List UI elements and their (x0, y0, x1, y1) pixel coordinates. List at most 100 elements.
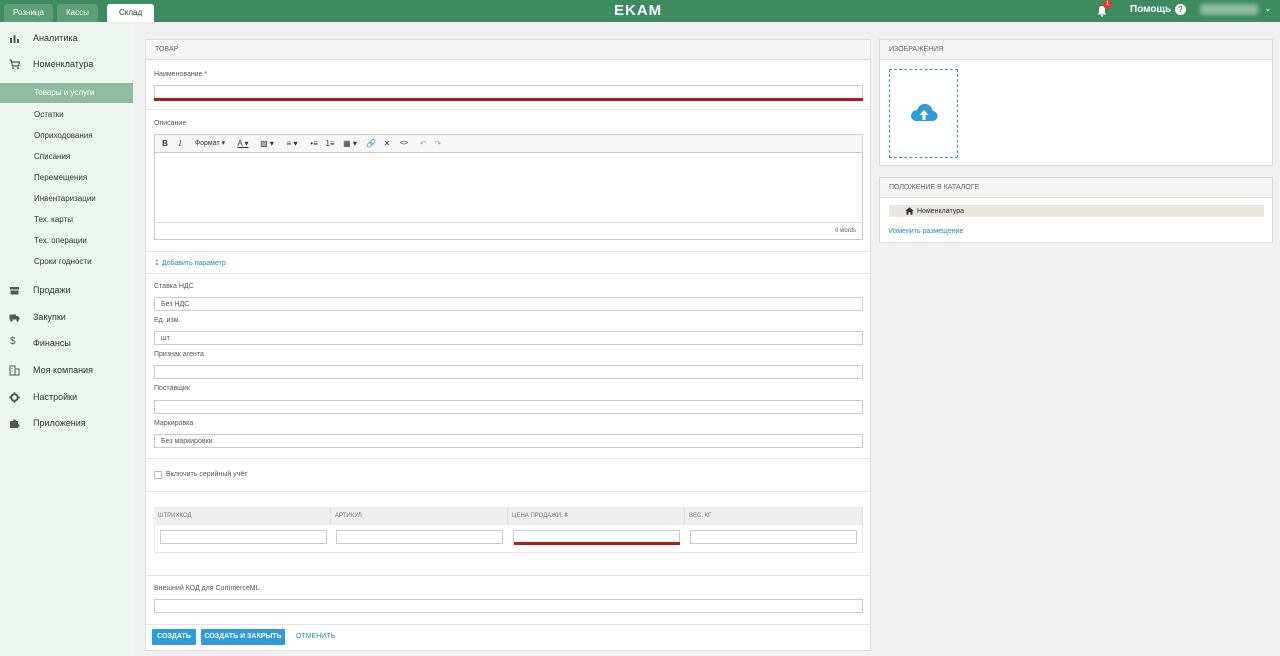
supplier-select[interactable] (154, 400, 863, 414)
sidebar-subitem-label: Списания (34, 152, 71, 161)
sidebar-subitem-label: Тех. операции (34, 236, 87, 245)
link-icon[interactable]: 🔗 (365, 138, 377, 150)
italic-button[interactable]: I (175, 138, 185, 150)
external-code-input[interactable] (154, 599, 863, 613)
font-color-button[interactable]: A ▾ (233, 138, 253, 150)
sidebar-item-sales[interactable]: Продажи (0, 280, 133, 302)
price-validation-underline (514, 542, 680, 545)
tab-cash-registers[interactable]: Кассы (57, 4, 98, 22)
change-placement-link[interactable]: Изменить размещение (889, 228, 963, 235)
column-header: ЦЕНА ПРОДАЖИ, ₴ (508, 507, 685, 525)
redo-icon[interactable]: ↷ (432, 138, 444, 150)
sidebar-subitem-label: Инвентаризации (34, 194, 96, 203)
help-link[interactable]: Помощь (1130, 4, 1171, 15)
column-header: ШТРИХКОД (154, 507, 331, 525)
chevron-down-icon[interactable]: ⌄ (1264, 3, 1272, 14)
cart-icon (9, 59, 20, 70)
catalog-path-label: Номенклатура (917, 208, 964, 215)
catalog-path: Номенклатура (889, 205, 1264, 217)
notification-badge: 1 (1103, 0, 1112, 9)
create-and-close-button[interactable]: СОЗДАТЬ И ЗАКРЫТЬ (201, 629, 285, 645)
building-icon (9, 365, 20, 376)
divider (146, 575, 870, 576)
weight-input[interactable] (690, 530, 857, 544)
sidebar-subitem-writeoffs[interactable]: Списания (0, 147, 133, 167)
marking-label: Маркировка (154, 420, 194, 427)
sidebar-item-company[interactable]: Моя компания (0, 360, 133, 382)
sidebar-item-label: Закупки (33, 312, 66, 322)
tab-retail[interactable]: Розница (4, 4, 53, 22)
sidebar-subitem-transfers[interactable]: Перемещения (0, 168, 133, 188)
home-icon (905, 207, 914, 215)
description-label: Описание (154, 120, 187, 127)
highlight-color-button[interactable]: ▨ ▾ (257, 138, 277, 150)
sidebar-subitem-tech-cards[interactable]: Тех. карты (0, 210, 133, 230)
cancel-link[interactable]: ОТМЕНИТЬ (296, 633, 335, 640)
sidebar-item-finance[interactable]: $ Финансы (0, 333, 133, 355)
serial-checkbox[interactable] (154, 471, 162, 479)
sidebar-subitem-tech-operations[interactable]: Тех. операции (0, 231, 133, 251)
sidebar-subitem-goods[interactable]: Товары и услуги (0, 83, 133, 103)
unlink-icon[interactable]: ✕ (381, 138, 393, 150)
marking-select[interactable]: Без маркировки (154, 434, 863, 448)
store-icon (10, 287, 19, 295)
sidebar-item-purchases[interactable]: Закупки (0, 307, 133, 329)
barcode-input[interactable] (160, 530, 327, 544)
divider (146, 273, 870, 274)
align-dropdown[interactable]: ≡ ▾ (282, 138, 302, 150)
word-count: 0 words (834, 228, 856, 234)
bold-button[interactable]: B (160, 138, 170, 150)
help-icon[interactable]: ? (1175, 4, 1186, 15)
name-input[interactable] (154, 85, 863, 99)
sidebar-item-nomenclature[interactable]: Номенклатура (0, 54, 133, 76)
top-bar: Розница Кассы Склад EKAM 1 Помощь ? ⌄ (0, 0, 1280, 22)
section-title: ТОВАР (146, 40, 870, 60)
image-upload-dropzone[interactable] (889, 69, 958, 158)
create-button[interactable]: СОЗДАТЬ (152, 629, 196, 645)
serial-label: Включить серийный учёт (166, 471, 248, 478)
images-panel: ИЗОБРАЖЕНИЯ (879, 39, 1273, 166)
divider (146, 624, 870, 625)
editor-content[interactable] (155, 153, 862, 222)
sidebar-item-label: Финансы (33, 338, 71, 348)
sidebar-item-settings[interactable]: Настройки (0, 387, 133, 409)
user-name[interactable] (1200, 4, 1258, 15)
unit-label: Ед. изм. (154, 317, 181, 324)
sidebar-item-analytics[interactable]: Аналитика (0, 28, 133, 50)
sku-input[interactable] (336, 530, 503, 544)
divider (146, 251, 870, 252)
sidebar-item-label: Аналитика (33, 33, 78, 43)
vat-select[interactable]: Без НДС (154, 297, 863, 311)
sidebar-subitem-label: Сроки годности (34, 257, 92, 266)
numbered-list-icon[interactable]: 1≡ (324, 138, 336, 150)
sidebar-subitem-receipts[interactable]: Оприходования (0, 126, 133, 146)
sidebar-item-apps[interactable]: Приложения (0, 413, 133, 435)
tab-warehouse[interactable]: Склад (107, 4, 155, 22)
rich-text-editor: B I Формат ▾ A ▾ ▨ ▾ ≡ ▾ •≡ 1≡ ▦ ▾ 🔗 ✕ <… (154, 134, 863, 240)
sidebar-item-label: Номенклатура (33, 59, 94, 69)
add-parameter-link[interactable]: ↧ Добавить параметр (154, 259, 226, 267)
format-label: Формат (194, 140, 220, 147)
format-dropdown[interactable]: Формат ▾ (191, 138, 229, 150)
puzzle-icon (10, 419, 20, 428)
plus-icon: ↧ (154, 260, 160, 267)
table-icon[interactable]: ▦ ▾ (341, 138, 359, 150)
sidebar-subitem-label: Остатки (34, 110, 64, 119)
undo-icon[interactable]: ↶ (417, 138, 429, 150)
images-title: ИЗОБРАЖЕНИЯ (880, 40, 1272, 60)
sidebar-subitem-expiry[interactable]: Сроки годности (0, 252, 133, 272)
sidebar-subitem-label: Перемещения (34, 173, 88, 182)
unit-select[interactable]: шт (154, 331, 863, 345)
bullet-list-icon[interactable]: •≡ (308, 138, 320, 150)
sidebar-item-label: Моя компания (33, 365, 93, 375)
sidebar-subitem-inventory[interactable]: Инвентаризации (0, 189, 133, 209)
agent-select[interactable] (154, 365, 863, 379)
sidebar-subitem-stock[interactable]: Остатки (0, 105, 133, 125)
ekam-logo[interactable]: EKAM (614, 2, 662, 19)
code-icon[interactable]: <> (398, 138, 410, 150)
divider (146, 109, 870, 110)
sidebar-subitem-label: Оприходования (34, 131, 93, 140)
editor-toolbar: B I Формат ▾ A ▾ ▨ ▾ ≡ ▾ •≡ 1≡ ▦ ▾ 🔗 ✕ <… (155, 135, 862, 153)
divider (146, 458, 870, 459)
sidebar-item-label: Настройки (33, 392, 78, 402)
